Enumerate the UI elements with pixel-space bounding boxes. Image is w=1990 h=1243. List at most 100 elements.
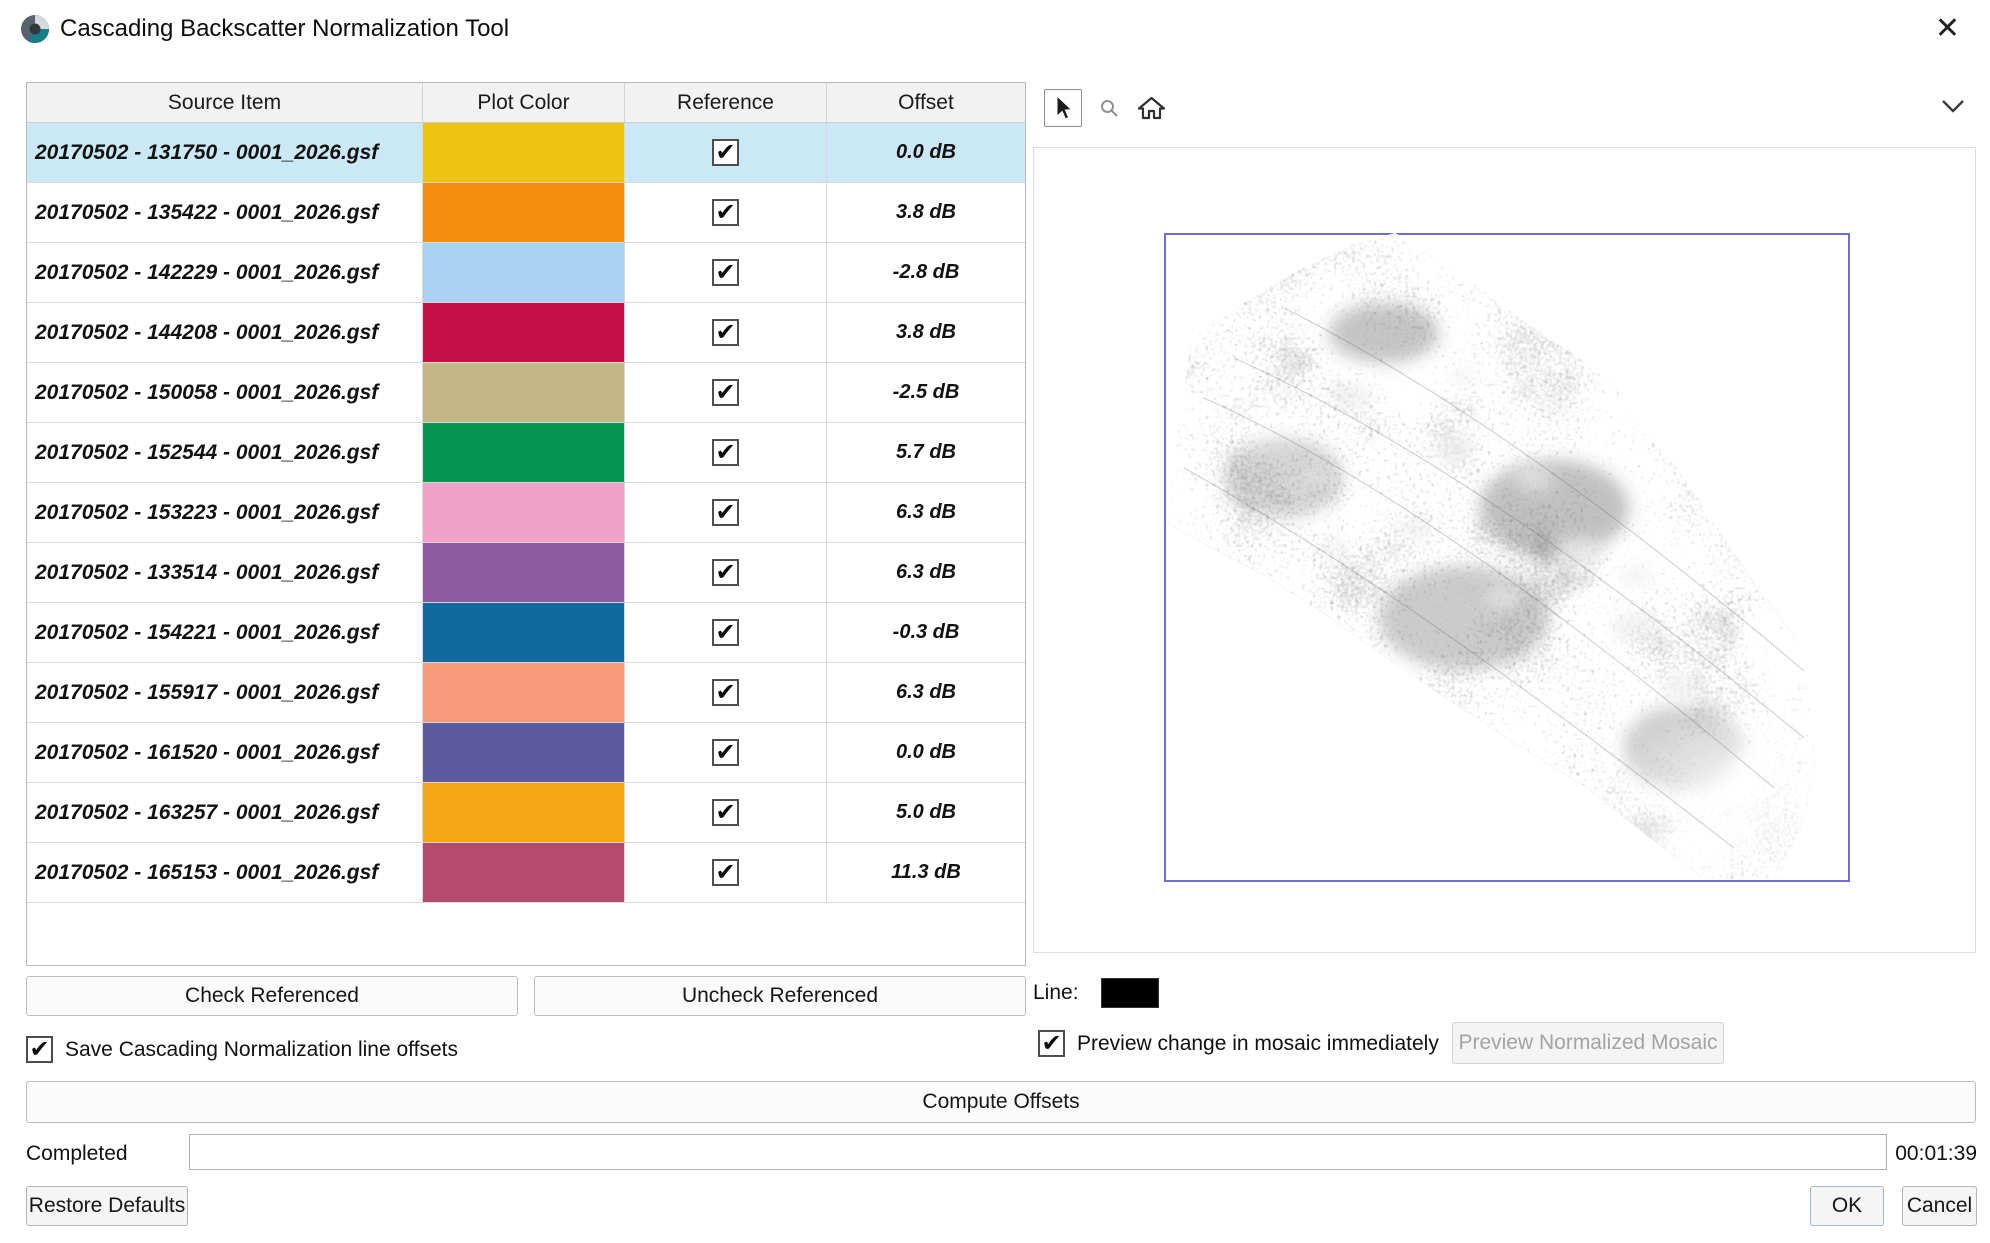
table-row[interactable]: 20170502 - 155917 - 0001_2026.gsf ✔6.3 dB [27,663,1025,723]
source-item-cell[interactable]: 20170502 - 161520 - 0001_2026.gsf [27,723,423,782]
header-plot-color[interactable]: Plot Color [423,83,625,122]
table-row[interactable]: 20170502 - 142229 - 0001_2026.gsf ✔-2.8 d… [27,243,1025,303]
line-color-swatch[interactable] [1101,978,1159,1008]
check-icon: ✔ [715,740,735,764]
plot-color-swatch[interactable] [423,783,625,842]
reference-checkbox[interactable]: ✔ [625,843,827,902]
collapse-panel-button[interactable] [1936,94,1970,118]
reference-checkbox[interactable]: ✔ [625,123,827,182]
offset-cell[interactable]: 5.0 dB [827,783,1025,842]
compute-offsets-button[interactable]: Compute Offsets [26,1081,1976,1123]
reference-checkbox[interactable]: ✔ [625,363,827,422]
offset-cell[interactable]: -2.8 dB [827,243,1025,302]
table-row[interactable]: 20170502 - 131750 - 0001_2026.gsf ✔0.0 dB [27,123,1025,183]
source-table: Source Item Plot Color Reference Offset … [26,82,1026,966]
preview-change-checkbox[interactable]: ✔ [1038,1030,1065,1057]
progress-label: Completed [26,1142,128,1166]
offset-cell[interactable]: -0.3 dB [827,603,1025,662]
plot-color-swatch[interactable] [423,303,625,362]
preview-mosaic-button[interactable]: Preview Normalized Mosaic [1452,1022,1724,1064]
home-tool-button[interactable] [1136,89,1166,127]
plot-color-swatch[interactable] [423,423,625,482]
table-row[interactable]: 20170502 - 153223 - 0001_2026.gsf ✔6.3 dB [27,483,1025,543]
reference-checkbox[interactable]: ✔ [625,543,827,602]
table-row[interactable]: 20170502 - 144208 - 0001_2026.gsf ✔ 3.8 dB [27,303,1025,363]
table-row[interactable]: 20170502 - 150058 - 0001_2026.gsf ✔-2.5 d… [27,363,1025,423]
ok-button[interactable]: OK [1810,1186,1884,1226]
plot-color-swatch[interactable] [423,363,625,422]
offset-cell[interactable]: 11.3 dB [827,843,1025,902]
plot-color-swatch[interactable] [423,663,625,722]
reference-checkbox[interactable]: ✔ [625,783,827,842]
source-item-cell[interactable]: 20170502 - 142229 - 0001_2026.gsf [27,243,423,302]
reference-checkbox[interactable]: ✔ [625,423,827,482]
source-item-cell[interactable]: 20170502 - 144208 - 0001_2026.gsf [27,303,423,362]
source-item-cell[interactable]: 20170502 - 163257 - 0001_2026.gsf [27,783,423,842]
pointer-tool-button[interactable] [1044,89,1082,127]
header-offset[interactable]: Offset [827,83,1025,122]
check-icon: ✔ [715,320,735,344]
line-label: Line: [1033,981,1079,1005]
table-row[interactable]: 20170502 - 133514 - 0001_2026.gsf ✔6.3 dB [27,543,1025,603]
home-icon [1138,96,1165,120]
plot-color-swatch[interactable] [423,723,625,782]
check-referenced-button[interactable]: Check Referenced [26,976,518,1016]
check-icon: ✔ [715,860,735,884]
reference-checkbox[interactable]: ✔ [625,303,827,362]
close-button[interactable]: ✕ [1931,10,1964,48]
pointer-icon [1052,95,1074,121]
offset-cell[interactable]: 6.3 dB [827,663,1025,722]
offset-cell[interactable]: -2.5 dB [827,363,1025,422]
uncheck-referenced-button[interactable]: Uncheck Referenced [534,976,1026,1016]
table-row[interactable]: 20170502 - 163257 - 0001_2026.gsf ✔5.0 dB [27,783,1025,843]
offset-cell[interactable]: 3.8 dB [827,303,1025,362]
offset-cell[interactable]: 6.3 dB [827,483,1025,542]
source-item-cell[interactable]: 20170502 - 150058 - 0001_2026.gsf [27,363,423,422]
source-item-cell[interactable]: 20170502 - 153223 - 0001_2026.gsf [27,483,423,542]
source-item-cell[interactable]: 20170502 - 155917 - 0001_2026.gsf [27,663,423,722]
preview-change-label: Preview change in mosaic immediately [1077,1032,1439,1056]
source-item-cell[interactable]: 20170502 - 135422 - 0001_2026.gsf [27,183,423,242]
source-item-cell[interactable]: 20170502 - 165153 - 0001_2026.gsf [27,843,423,902]
reference-checkbox[interactable]: ✔ [625,603,827,662]
table-row[interactable]: 20170502 - 135422 - 0001_2026.gsf ✔3.8 dB [27,183,1025,243]
check-icon: ✔ [29,1037,49,1061]
plot-color-swatch[interactable] [423,543,625,602]
source-item-cell[interactable]: 20170502 - 131750 - 0001_2026.gsf [27,123,423,182]
plot-color-swatch[interactable] [423,183,625,242]
save-offsets-checkbox[interactable]: ✔ [26,1036,53,1063]
restore-defaults-button[interactable]: Restore Defaults [26,1186,188,1226]
mosaic-viewport[interactable] [1033,147,1976,953]
reference-checkbox[interactable]: ✔ [625,243,827,302]
source-item-cell[interactable]: 20170502 - 133514 - 0001_2026.gsf [27,543,423,602]
zoom-tool-button[interactable] [1096,89,1122,127]
header-reference[interactable]: Reference [625,83,827,122]
table-row[interactable]: 20170502 - 152544 - 0001_2026.gsf ✔5.7 dB [27,423,1025,483]
header-source-item[interactable]: Source Item [27,83,423,122]
offset-cell[interactable]: 6.3 dB [827,543,1025,602]
reference-checkbox[interactable]: ✔ [625,183,827,242]
save-offsets-label: Save Cascading Normalization line offset… [65,1038,458,1062]
plot-color-swatch[interactable] [423,603,625,662]
source-item-cell[interactable]: 20170502 - 152544 - 0001_2026.gsf [27,423,423,482]
plot-color-swatch[interactable] [423,483,625,542]
sonar-mosaic-image [1034,148,1975,952]
plot-color-swatch[interactable] [423,243,625,302]
table-row[interactable]: 20170502 - 161520 - 0001_2026.gsf ✔ 0.0 dB [27,723,1025,783]
offset-cell[interactable]: 0.0 dB [827,723,1025,782]
mosaic-toolbar [1044,88,1166,128]
plot-color-swatch[interactable] [423,123,625,182]
source-item-cell[interactable]: 20170502 - 154221 - 0001_2026.gsf [27,603,423,662]
offset-cell[interactable]: 0.0 dB [827,123,1025,182]
chevron-down-icon [1938,97,1968,115]
reference-checkbox[interactable]: ✔ [625,483,827,542]
cancel-button[interactable]: Cancel [1902,1186,1977,1226]
plot-color-swatch[interactable] [423,843,625,902]
table-row[interactable]: 20170502 - 165153 - 0001_2026.gsf ✔ 11.3 d… [27,843,1025,903]
table-row[interactable]: 20170502 - 154221 - 0001_2026.gsf ✔-0.3 d… [27,603,1025,663]
reference-checkbox[interactable]: ✔ [625,723,827,782]
offset-cell[interactable]: 5.7 dB [827,423,1025,482]
offset-cell[interactable]: 3.8 dB [827,183,1025,242]
window-title: Cascading Backscatter Normalization Tool [60,15,509,43]
reference-checkbox[interactable]: ✔ [625,663,827,722]
